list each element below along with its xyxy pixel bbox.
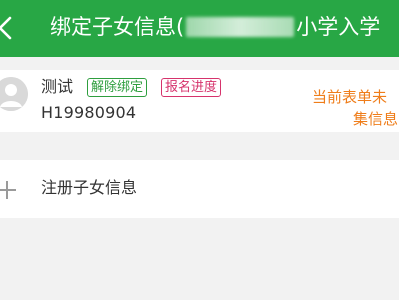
- child-card: 测试 解除绑定 报名进度 H19980904 当前表单未 集信息: [0, 70, 399, 132]
- user-avatar-icon: [0, 77, 28, 111]
- app-screen: 绑定子女信息( 小学入学 测试 解除绑定 报名进度 H19980904 当前表单未…: [0, 0, 399, 300]
- back-button[interactable]: [0, 14, 18, 42]
- page-title-prefix: 绑定子女信息(: [50, 15, 185, 39]
- notice-line-1: 当前表单未: [312, 88, 388, 106]
- notice-line-2: 集信息: [353, 110, 399, 128]
- child-id-number: H19980904: [41, 103, 137, 122]
- plus-icon: [0, 181, 16, 199]
- register-child-button[interactable]: 注册子女信息: [0, 160, 399, 218]
- form-status-notice: 当前表单未 集信息: [312, 86, 399, 130]
- registration-progress-button[interactable]: 报名进度: [161, 78, 222, 97]
- page-title: 绑定子女信息( 小学入学: [50, 13, 380, 41]
- register-child-label: 注册子女信息: [41, 178, 138, 197]
- page-title-suffix: 小学入学: [296, 15, 381, 39]
- app-header: 绑定子女信息( 小学入学: [0, 0, 399, 57]
- redacted-school-name: [186, 17, 295, 37]
- child-name: 测试: [41, 77, 74, 96]
- chevron-left-icon: [0, 16, 12, 40]
- unbind-button[interactable]: 解除绑定: [87, 78, 148, 97]
